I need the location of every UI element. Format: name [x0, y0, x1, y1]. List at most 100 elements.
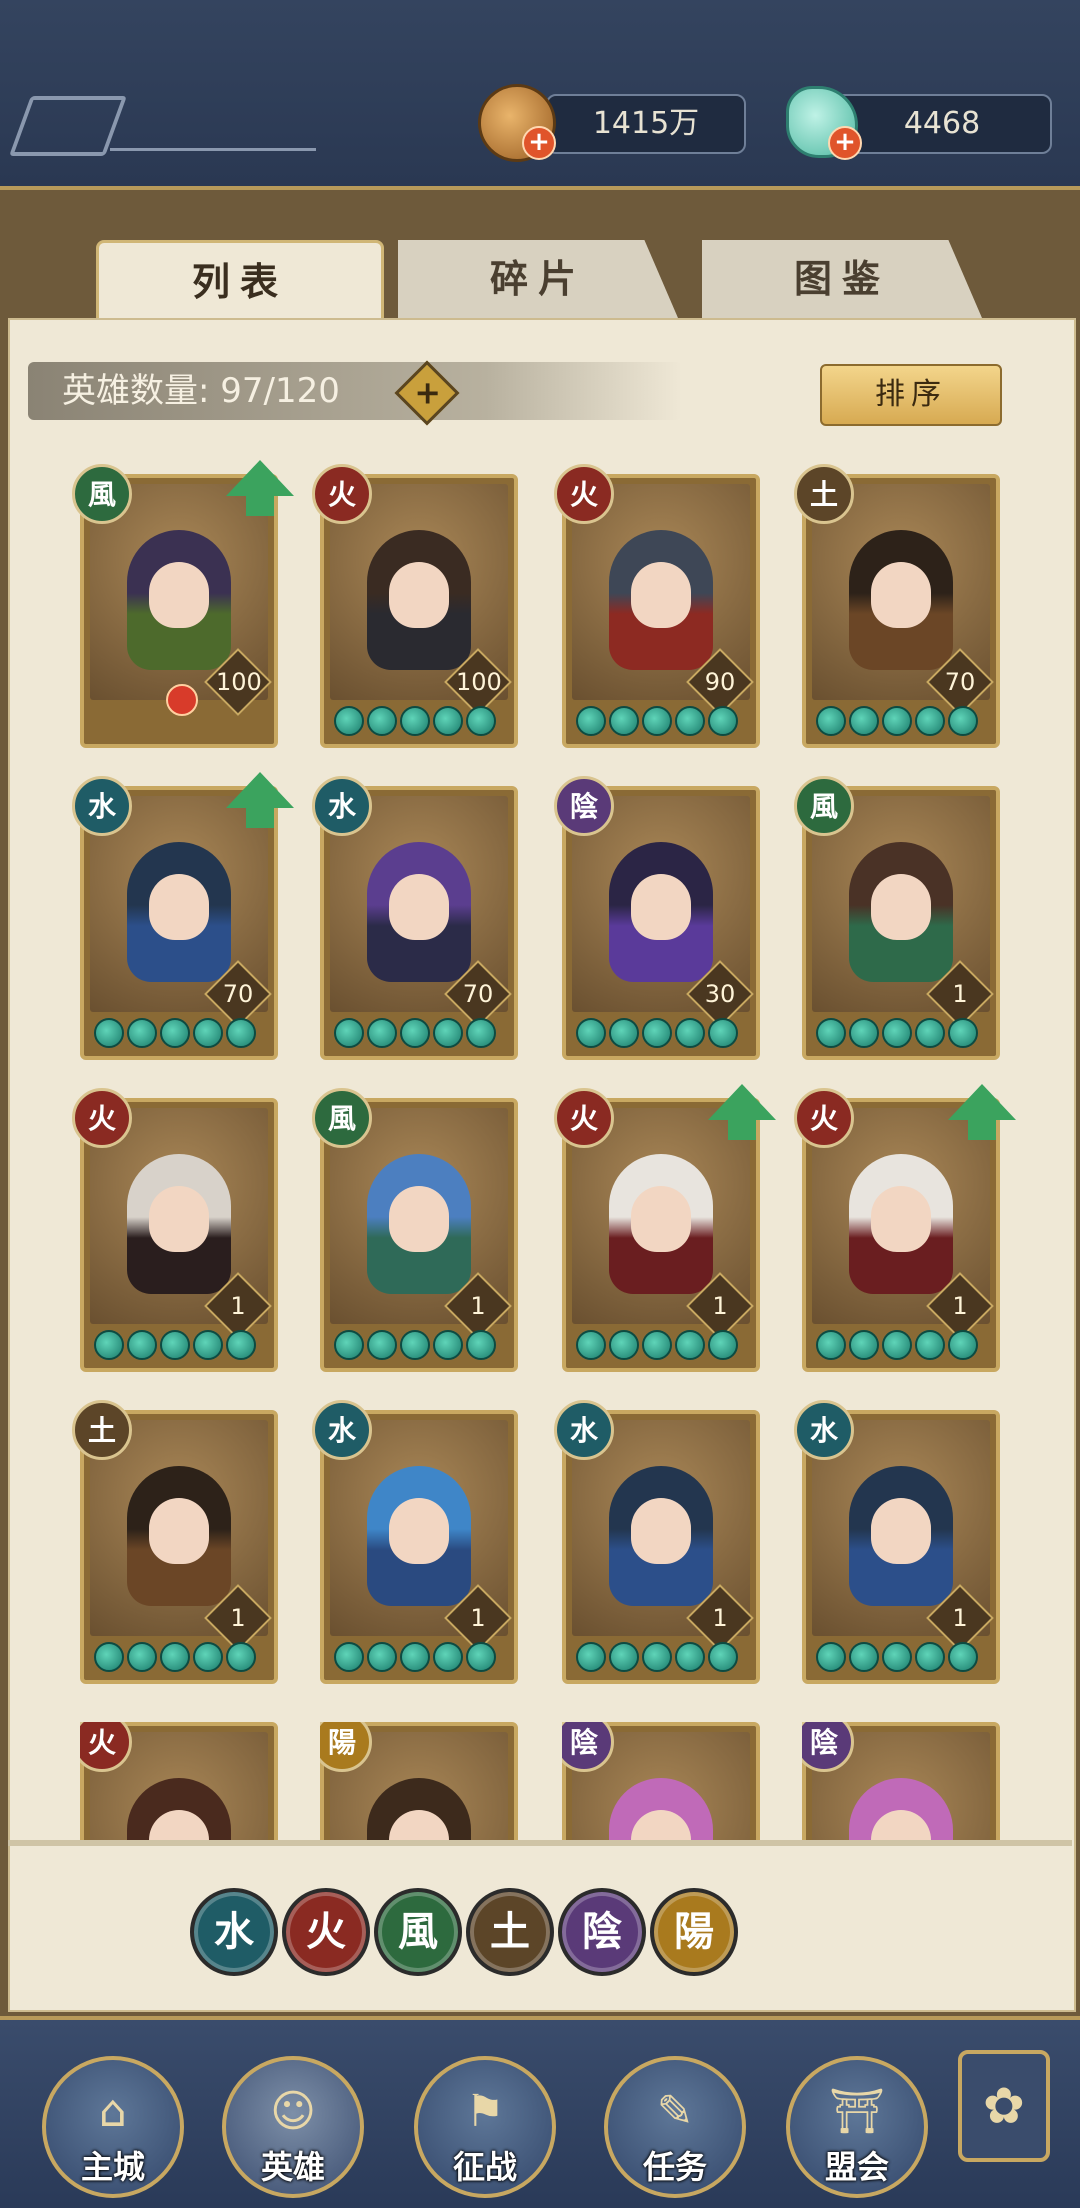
- jade-star-icon: [642, 1018, 672, 1048]
- jade-star-icon: [609, 706, 639, 736]
- awaken-mark-icon: [166, 684, 198, 716]
- jade-star-icon: [849, 1018, 879, 1048]
- jade-star-icon: [915, 1642, 945, 1672]
- jade-star-icon: [882, 1330, 912, 1360]
- jade-star-icon: [816, 1018, 846, 1048]
- hero-card[interactable]: 70 水: [72, 772, 294, 1060]
- menu-button[interactable]: ✿: [958, 2050, 1050, 2162]
- jade-star-icon: [226, 1330, 256, 1360]
- element-fire-icon: 火: [554, 1088, 614, 1148]
- hero-face: [389, 1498, 449, 1564]
- hero-star-row: [576, 1018, 738, 1048]
- jade-star-icon: [576, 1642, 606, 1672]
- jade-star-icon: [642, 706, 672, 736]
- hero-star-row: [334, 1330, 496, 1360]
- add-coin-button[interactable]: +: [522, 126, 556, 160]
- hero-card[interactable]: 100 火: [312, 464, 518, 748]
- element-water-icon: 水: [554, 1400, 614, 1460]
- jade-star-icon: [400, 1642, 430, 1672]
- jade-star-icon: [226, 1642, 256, 1672]
- nav-quest[interactable]: ✎ 任务: [604, 2056, 746, 2198]
- hero-card[interactable]: 1火: [554, 1084, 776, 1372]
- hero-face: [871, 874, 931, 940]
- jade-star-icon: [609, 1330, 639, 1360]
- filter-wind-button[interactable]: 風: [374, 1888, 462, 1976]
- jade-star-icon: [816, 706, 846, 736]
- jade-star-icon: [127, 1642, 157, 1672]
- add-jade-button[interactable]: +: [828, 126, 862, 160]
- hero-face: [389, 874, 449, 940]
- hero-card[interactable]: 火: [80, 1722, 278, 1844]
- sort-button[interactable]: 排序: [820, 364, 1002, 426]
- jade-star-icon: [367, 1642, 397, 1672]
- tab-list[interactable]: 列表: [96, 240, 384, 321]
- jade-star-icon: [675, 1642, 705, 1672]
- jade-star-icon: [367, 706, 397, 736]
- hero-card[interactable]: 70 水: [312, 776, 518, 1060]
- nav-hero[interactable]: ☺ 英雄: [222, 2056, 364, 2198]
- hero-card[interactable]: 陽: [320, 1722, 518, 1844]
- filter-yin-button[interactable]: 陰: [558, 1888, 646, 1976]
- hero-card[interactable]: 1火: [794, 1084, 1016, 1372]
- hero-face: [389, 562, 449, 628]
- hero-star-row: [816, 1330, 978, 1360]
- jade-star-icon: [708, 706, 738, 736]
- hero-face: [631, 874, 691, 940]
- hero-card[interactable]: 陰: [562, 1722, 760, 1844]
- jade-star-icon: [708, 1642, 738, 1672]
- filter-fire-button[interactable]: 火: [282, 1888, 370, 1976]
- element-water-icon: 水: [312, 1400, 372, 1460]
- tab-fragments[interactable]: 碎片: [398, 240, 678, 318]
- filter-earth-button[interactable]: 土: [466, 1888, 554, 1976]
- hero-level: 70: [222, 980, 254, 1008]
- hero-face: [149, 562, 209, 628]
- element-wind-icon: 風: [72, 464, 132, 524]
- jade-star-icon: [915, 1018, 945, 1048]
- nav-label: 任务: [642, 2148, 707, 2186]
- jade-star-icon: [127, 1330, 157, 1360]
- hero-card[interactable]: 90 火: [554, 464, 760, 748]
- hero-card[interactable]: 1水: [794, 1400, 1000, 1684]
- nav-guild[interactable]: ⛩ 盟会: [786, 2056, 928, 2198]
- jade-star-icon: [433, 1330, 463, 1360]
- jade-star-icon: [882, 1018, 912, 1048]
- filter-yang-button[interactable]: 陽: [650, 1888, 738, 1976]
- jade-star-icon: [609, 1018, 639, 1048]
- hero-level: 1: [230, 1292, 246, 1320]
- battle-icon: ⚑: [465, 2086, 505, 2137]
- hero-star-row: [334, 1642, 496, 1672]
- jade-star-icon: [675, 1330, 705, 1360]
- element-wind-icon: 風: [312, 1088, 372, 1148]
- tab-codex[interactable]: 图鉴: [702, 240, 982, 318]
- hero-card[interactable]: 100 風: [72, 460, 294, 748]
- jade-star-icon: [642, 1330, 672, 1360]
- hero-card[interactable]: 1水: [312, 1400, 518, 1684]
- nav-label: 主城: [80, 2148, 145, 2186]
- filter-water-button[interactable]: 水: [190, 1888, 278, 1976]
- hero-card[interactable]: 陰: [802, 1722, 1000, 1844]
- nav-city[interactable]: ⌂ 主城: [42, 2056, 184, 2198]
- jade-star-icon: [849, 1642, 879, 1672]
- hero-card[interactable]: 1土: [72, 1400, 278, 1684]
- jade-star-icon: [466, 706, 496, 736]
- hero-face: [631, 562, 691, 628]
- hero-level: 1: [230, 1604, 246, 1632]
- jade-star-icon: [193, 1330, 223, 1360]
- nav-battle[interactable]: ⚑ 征战: [414, 2056, 556, 2198]
- hero-face: [871, 1498, 931, 1564]
- hero-face: [631, 1186, 691, 1252]
- hero-card[interactable]: 1風: [312, 1088, 518, 1372]
- list-divider: [8, 1840, 1072, 1846]
- jade-star-icon: [948, 1642, 978, 1672]
- hero-card[interactable]: 30 陰: [554, 776, 760, 1060]
- jade-star-icon: [160, 1330, 190, 1360]
- hero-card[interactable]: 1水: [554, 1400, 760, 1684]
- hero-card[interactable]: 1火: [72, 1088, 278, 1372]
- jade-star-icon: [94, 1642, 124, 1672]
- hero-level: 1: [952, 1292, 968, 1320]
- city-icon: ⌂: [99, 2086, 127, 2137]
- quest-icon: ✎: [656, 2086, 694, 2137]
- hero-card[interactable]: 1風: [794, 776, 1000, 1060]
- hero-card[interactable]: 70 土: [794, 464, 1000, 748]
- jade-star-icon: [466, 1018, 496, 1048]
